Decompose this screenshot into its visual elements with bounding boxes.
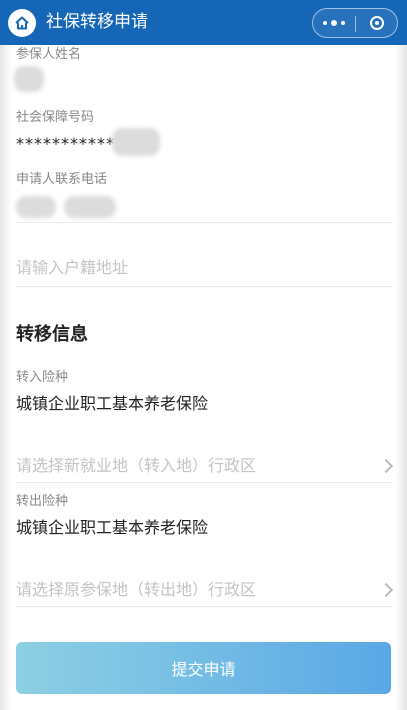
phone-redaction-1 xyxy=(16,196,56,218)
more-dots-icon xyxy=(323,20,345,26)
chevron-right-icon xyxy=(378,458,394,474)
navigation-bar: 社保转移申请 xyxy=(0,0,407,45)
out-insurance-value: 城镇企业职工基本养老保险 xyxy=(16,518,209,537)
old-region-selector[interactable]: 请选择原参保地（转出地）行政区 xyxy=(16,580,256,600)
page-title: 社保转移申请 xyxy=(46,12,148,32)
page-shadow-left xyxy=(0,45,12,710)
submit-button[interactable]: 提交申请 xyxy=(16,642,391,694)
divider-old-region xyxy=(16,606,393,607)
phone-label: 申请人联系电话 xyxy=(16,172,108,187)
out-insurance-label: 转出险种 xyxy=(16,494,69,509)
household-address-input[interactable]: 请输入户籍地址 xyxy=(16,258,128,278)
home-icon xyxy=(15,16,29,30)
in-insurance-value: 城镇企业职工基本养老保险 xyxy=(16,394,209,413)
phone-redaction-2 xyxy=(64,196,116,218)
page-shadow-right xyxy=(395,45,407,710)
chevron-right-icon xyxy=(378,582,394,598)
name-label: 参保人姓名 xyxy=(16,47,82,62)
divider-new-region xyxy=(16,482,393,483)
close-circle-icon xyxy=(369,16,384,30)
in-insurance-label: 转入险种 xyxy=(16,370,69,385)
close-miniprogram-button[interactable] xyxy=(356,9,397,37)
new-region-selector[interactable]: 请选择新就业地（转入地）行政区 xyxy=(16,456,256,476)
divider-phone xyxy=(16,222,393,223)
ssn-label: 社会保障号码 xyxy=(16,110,95,125)
home-button[interactable] xyxy=(8,9,36,37)
capsule-menu xyxy=(312,8,398,38)
transfer-section-title: 转移信息 xyxy=(16,324,88,345)
name-redaction xyxy=(14,66,44,92)
divider-address xyxy=(16,286,393,287)
ssn-redaction xyxy=(112,128,160,156)
more-button[interactable] xyxy=(313,9,355,37)
